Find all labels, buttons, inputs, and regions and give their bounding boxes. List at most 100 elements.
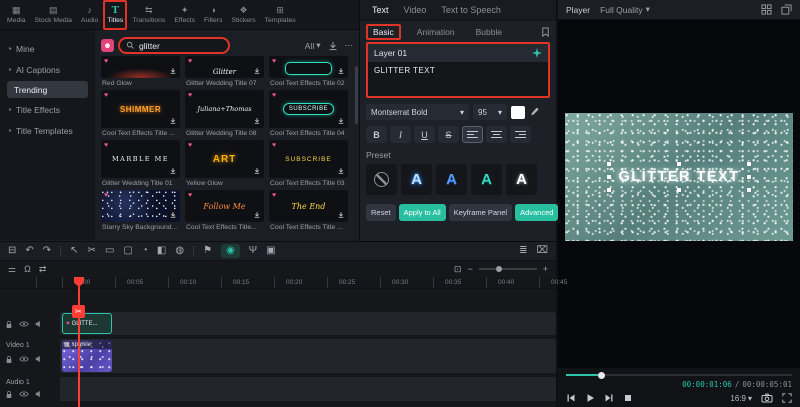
sidebar-item-title-effects[interactable]: ▸ Title Effects [0, 99, 95, 120]
download-icon[interactable] [168, 66, 178, 76]
preset-style-tile[interactable]: A [401, 164, 432, 195]
reset-button[interactable]: Reset [366, 204, 396, 221]
search-input[interactable] [139, 40, 209, 51]
text-color-swatch[interactable] [511, 105, 525, 119]
video-clip[interactable]: ▦ sparkle [62, 340, 112, 372]
sidebar-item-mine[interactable]: ▸ Mine [0, 38, 95, 59]
sidebar-item-title-templates[interactable]: ▸ Title Templates [0, 120, 95, 141]
stop-icon[interactable] [623, 393, 633, 403]
subtab-basic[interactable]: Basic [366, 23, 401, 40]
template-item[interactable]: ♥ ART Yellow Glow [185, 140, 264, 187]
progress-knob[interactable] [597, 371, 605, 379]
zoom-fit-icon[interactable]: ⊡ [454, 264, 462, 274]
preset-none-tile[interactable] [366, 164, 397, 195]
quality-dropdown[interactable]: Full Quality ▾ [600, 4, 650, 15]
search-box[interactable] [118, 37, 230, 54]
download-icon[interactable] [336, 116, 346, 126]
tab-audio[interactable]: ♪ Audio [77, 0, 102, 30]
download-manager-icon[interactable] [328, 41, 338, 51]
strikethrough-button[interactable]: S [438, 126, 459, 143]
preview-media[interactable]: GLITTER TEXT [565, 113, 793, 241]
align-center-button[interactable] [486, 126, 507, 143]
play-icon[interactable] [585, 393, 595, 403]
template-thumbnail[interactable]: ♥ Juliana+Thomas [185, 90, 264, 128]
underline-button[interactable]: U [414, 126, 435, 143]
template-thumbnail[interactable]: ♥ MARBLE ME [101, 140, 180, 178]
selection-handle[interactable] [746, 175, 751, 179]
manage-tracks-icon[interactable]: ⚌ [8, 264, 16, 274]
video-track-lane[interactable] [60, 339, 556, 373]
download-icon[interactable] [336, 210, 346, 220]
download-icon[interactable] [252, 116, 262, 126]
template-item[interactable]: ♥ Juliana+Thomas Glitter Wedding Title 08 [185, 90, 264, 137]
tab-transitions[interactable]: ⇆ Transitions [128, 0, 169, 30]
subtab-bubble[interactable]: Bubble [471, 26, 507, 38]
playhead-line[interactable] [78, 277, 80, 407]
eyedropper-icon[interactable] [529, 107, 539, 117]
zoom-slider[interactable] [478, 266, 537, 272]
template-item[interactable]: ♥ Starry Sky Background... [101, 190, 180, 231]
redo-icon[interactable]: ↷ [43, 246, 51, 256]
playback-progress-bar[interactable] [566, 371, 792, 379]
panel-layout-icon[interactable]: ⊟ [8, 246, 16, 256]
template-item[interactable]: ♥ Follow Me Cool Text Effects Title... [185, 190, 264, 231]
aspect-ratio-dropdown[interactable]: 16:9 ▾ [730, 394, 752, 403]
zoom-slider-handle[interactable] [496, 266, 503, 272]
selection-handle[interactable] [676, 188, 681, 192]
download-icon[interactable] [252, 66, 262, 76]
favorite-heart-icon[interactable]: ♥ [188, 192, 192, 199]
title-clip[interactable]: ♥ GLITTE... [62, 313, 112, 334]
template-thumbnail[interactable]: ♥ Follow Me [185, 190, 264, 222]
lock-icon[interactable] [5, 355, 13, 364]
selection-handle[interactable] [607, 175, 612, 179]
auto-ripple-icon[interactable]: ⇄ [39, 264, 47, 274]
mute-speaker-icon[interactable] [35, 390, 43, 398]
favorite-heart-icon[interactable]: ♥ [104, 92, 108, 99]
download-icon[interactable] [252, 166, 262, 176]
font-family-select[interactable]: Montserrat Bold ▾ [366, 104, 469, 120]
razor-tool-icon[interactable]: ✂ [88, 246, 96, 256]
category-avatar-icon[interactable]: ☻ [101, 39, 114, 52]
favorite-heart-icon[interactable]: ♥ [272, 192, 276, 199]
template-item[interactable]: ♥ SUBSCRIBE Cool Text Effects Title 04 [269, 90, 348, 137]
selection-handle[interactable] [746, 162, 751, 166]
template-thumbnail[interactable]: ♥ Glitter [185, 56, 264, 78]
audio-track-lane[interactable] [60, 377, 556, 401]
favorite-heart-icon[interactable]: ♥ [104, 58, 108, 65]
favorite-heart-icon[interactable]: ♥ [104, 192, 108, 199]
render-preview-icon[interactable]: ≣ [519, 246, 527, 256]
color-tool-icon[interactable]: ◧ [157, 246, 166, 256]
text-selection-box[interactable]: GLITTER TEXT [607, 162, 751, 192]
next-frame-icon[interactable] [604, 393, 614, 403]
tab-text[interactable]: Text [372, 5, 389, 15]
grid-scrollbar[interactable] [355, 66, 358, 124]
template-item[interactable]: ♥ Cool Text Effects Title 02 [269, 56, 348, 87]
template-item[interactable]: ♥ SHIMMER Cool Text Effects Title ... [101, 90, 180, 137]
delete-icon[interactable]: ⌧ [536, 246, 548, 256]
template-thumbnail[interactable]: ♥ SUBSCRIBE [269, 140, 348, 178]
tab-templates[interactable]: ⊞ Templates [261, 0, 300, 30]
favorite-heart-icon[interactable]: ♥ [104, 142, 108, 149]
detach-window-icon[interactable] [781, 4, 792, 15]
previous-frame-icon[interactable] [566, 393, 576, 403]
template-item[interactable]: ♥ SUBSCRIBE Cool Text Effects Title 03 [269, 140, 348, 187]
zoom-in-icon[interactable]: + [543, 264, 548, 274]
selection-handle[interactable] [607, 188, 612, 192]
download-icon[interactable] [168, 166, 178, 176]
lock-icon[interactable] [5, 390, 13, 399]
subtab-animation[interactable]: Animation [412, 26, 460, 38]
template-item[interactable]: ♥ The End Cool Text Effects Title ... [269, 190, 348, 231]
download-icon[interactable] [252, 210, 262, 220]
tab-titles[interactable]: T Titles [103, 0, 128, 30]
apply-to-all-button[interactable]: Apply to All [398, 204, 446, 221]
tab-effects[interactable]: ✦ Effects [170, 0, 199, 30]
template-thumbnail[interactable]: ♥ [101, 56, 180, 78]
sparkle-icon[interactable] [532, 48, 542, 58]
favorite-heart-icon[interactable]: ♥ [188, 142, 192, 149]
filter-all-dropdown[interactable]: All ▾ [305, 40, 321, 51]
undo-icon[interactable]: ↶ [25, 246, 33, 256]
template-item[interactable]: ♥ Glitter Glitter Wedding Title 07 [185, 56, 264, 87]
mute-speaker-icon[interactable] [35, 320, 43, 328]
marker-tool-icon[interactable]: ⚑ [203, 246, 212, 256]
title-track-lane[interactable] [60, 312, 556, 335]
